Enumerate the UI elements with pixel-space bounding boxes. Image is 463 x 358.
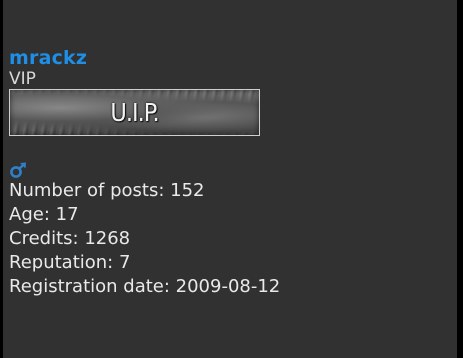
rank-badge-image: U.I.P. bbox=[9, 89, 260, 136]
stat-credits: Credits: 1268 bbox=[9, 227, 280, 251]
user-info: mrackz VIP U.I.P. Number of posts: 152 A… bbox=[9, 46, 280, 299]
user-stats: Number of posts: 152 Age: 17 Credits: 12… bbox=[9, 179, 280, 299]
rank-title: VIP bbox=[9, 69, 36, 89]
rank-badge-text: U.I.P. bbox=[110, 98, 159, 127]
stat-posts-label: Number of posts: bbox=[9, 180, 165, 201]
stat-age-label: Age: bbox=[9, 204, 50, 225]
stat-registration-date-label: Registration date: bbox=[9, 276, 170, 297]
stat-posts: Number of posts: 152 bbox=[9, 179, 280, 203]
stat-credits-value: 1268 bbox=[84, 228, 131, 249]
stat-posts-value: 152 bbox=[170, 180, 205, 201]
stat-registration-date-value: 2009-08-12 bbox=[175, 276, 281, 297]
male-symbol-icon bbox=[10, 162, 26, 178]
stat-age-value: 17 bbox=[55, 204, 79, 225]
stat-reputation: Reputation: 7 bbox=[9, 251, 280, 275]
user-profile-panel: mrackz VIP U.I.P. Number of posts: 152 A… bbox=[0, 0, 463, 358]
stat-reputation-value: 7 bbox=[118, 252, 131, 273]
stat-registration-date: Registration date: 2009-08-12 bbox=[9, 275, 280, 299]
stat-reputation-label: Reputation: bbox=[9, 252, 114, 273]
stat-credits-label: Credits: bbox=[9, 228, 79, 249]
right-border bbox=[457, 0, 463, 358]
stat-age: Age: 17 bbox=[9, 203, 280, 227]
username-link[interactable]: mrackz bbox=[9, 46, 280, 70]
left-border bbox=[0, 0, 3, 358]
